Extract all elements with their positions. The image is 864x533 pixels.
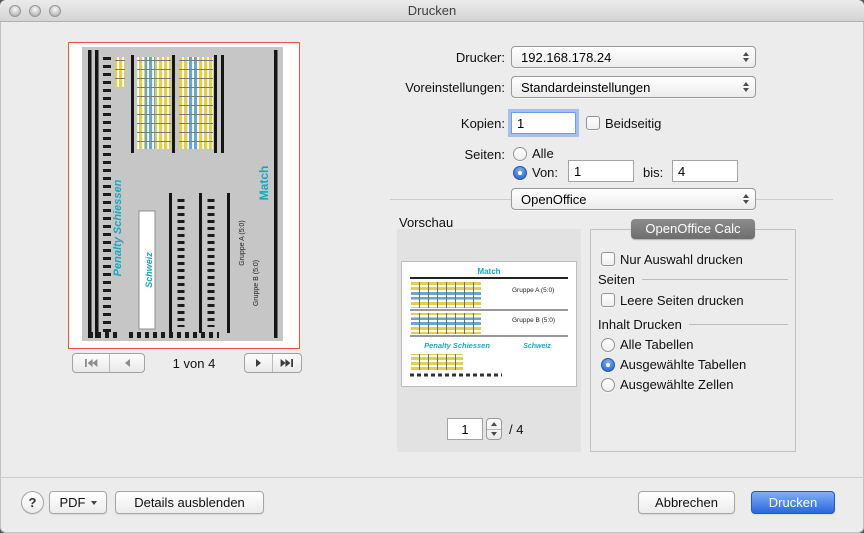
cancel-button[interactable]: Abbrechen [638,491,735,514]
pages-all-radio[interactable] [513,147,527,161]
help-label: ? [29,495,37,510]
selected-cells-label: Ausgewählte Zellen [620,377,733,392]
section-rule [689,324,788,325]
prev-page-icon [123,358,131,368]
popup-arrows-icon [743,52,749,62]
all-tables-radio[interactable] [601,338,615,352]
page-thumbnail[interactable]: Penalty Schiessen Schweiz Gruppe A (5:0)… [68,42,300,349]
printer-value: 192.168.178.24 [521,50,611,65]
presets-select[interactable]: Standardeinstellungen [511,76,756,98]
preview-gruppe-b-text: Gruppe B (5:0) [512,317,555,324]
pages-section-header: Seiten [598,272,788,287]
preview-page-graphic: Match Gruppe A (5:0) Gruppe B (5:0) Pena… [402,262,576,386]
pages-to-input[interactable] [672,160,738,182]
stepper-down-icon[interactable] [487,430,501,440]
selection-only-checkbox[interactable] [601,252,615,266]
thumb-nav-left [72,353,145,373]
pdf-label: PDF [60,495,86,510]
thumb-gruppe-b-text: Gruppe B (5:0) [253,260,260,306]
selected-tables-radio[interactable] [601,358,615,372]
calc-tab-title: OpenOffice Calc [631,219,754,239]
pages-to-label: bis: [643,165,663,180]
preview-page-input[interactable] [447,418,483,440]
duplex-checkbox[interactable] [586,116,600,130]
first-page-icon [84,358,98,368]
prev-page-button[interactable] [110,354,144,372]
close-button[interactable] [9,5,21,17]
popup-arrows-icon [743,82,749,92]
selected-cells-radio[interactable] [601,378,615,392]
copies-input[interactable] [511,112,576,134]
copies-label: Kopien: [340,116,505,131]
thumb-page-info: 1 von 4 [146,356,242,371]
thumb-match-text: Match [257,166,271,201]
print-label: Drucken [769,495,817,510]
all-tables-label: Alle Tabellen [620,337,693,352]
section-rule [642,279,788,280]
pages-from-label: Von: [532,165,558,180]
presets-value: Standardeinstellungen [521,80,650,95]
app-options-select[interactable]: OpenOffice [511,188,756,210]
content-section-header: Inhalt Drucken [598,317,788,332]
minimize-button[interactable] [29,5,41,17]
window-title: Drucken [0,0,864,21]
duplex-label: Beidseitig [605,116,661,131]
pages-all-label: Alle [532,146,554,161]
stepper-up-icon[interactable] [487,419,501,430]
thumbnail-page-graphic: Penalty Schiessen Schweiz Gruppe A (5:0)… [69,43,299,348]
popup-arrows-icon [743,194,749,204]
thumb-schweiz-text: Schweiz [144,252,154,288]
printer-label: Drucker: [340,50,505,65]
pages-range-radio[interactable] [513,166,527,180]
preview-match-text: Match [477,267,500,276]
last-page-button[interactable] [273,354,301,372]
next-page-icon [255,358,263,368]
first-page-button[interactable] [73,354,110,372]
titlebar[interactable]: Drucken [0,0,864,22]
print-dialog: Drucken [0,0,864,533]
preview-gruppe-a-text: Gruppe A (5:0) [512,287,554,294]
zoom-button[interactable] [49,5,61,17]
window-controls [9,5,61,17]
preview-penalty-text: Penalty Schiessen [424,341,490,350]
last-page-icon [280,358,294,368]
preview-page-total: / 4 [509,422,523,437]
preview-schweiz-text: Schweiz [523,343,551,350]
content-section-label: Inhalt Drucken [598,317,682,332]
presets-label: Voreinstellungen: [340,80,505,95]
empty-pages-label: Leere Seiten drucken [620,293,744,308]
pages-from-input[interactable] [568,160,634,182]
hide-details-button[interactable]: Details ausblenden [115,491,264,514]
thumb-nav-right [244,353,302,373]
app-options-value: OpenOffice [521,192,587,207]
print-button[interactable]: Drucken [751,491,835,514]
calc-tab-wrap: OpenOffice Calc [590,219,796,239]
pdf-menu-arrow-icon [91,501,97,505]
pages-label: Seiten: [340,147,505,162]
hide-details-label: Details ausblenden [134,495,245,510]
pages-section-label: Seiten [598,272,635,287]
thumb-gruppe-a-text: Gruppe A (5:0) [239,220,246,266]
selected-tables-label: Ausgewählte Tabellen [620,357,746,372]
pdf-menu-button[interactable]: PDF [49,491,107,514]
help-button[interactable]: ? [21,491,44,514]
cancel-label: Abbrechen [655,495,718,510]
selection-only-label: Nur Auswahl drucken [620,252,743,267]
preview-page-stepper[interactable] [486,418,502,440]
footer-divider [0,477,864,478]
preview-label: Vorschau [399,215,453,230]
empty-pages-checkbox[interactable] [601,293,615,307]
printer-select[interactable]: 192.168.178.24 [511,46,756,68]
preview-page[interactable]: Match Gruppe A (5:0) Gruppe B (5:0) Pena… [401,261,577,387]
next-page-button[interactable] [245,354,273,372]
thumb-penalty-text: Penalty Schiessen [112,179,124,276]
